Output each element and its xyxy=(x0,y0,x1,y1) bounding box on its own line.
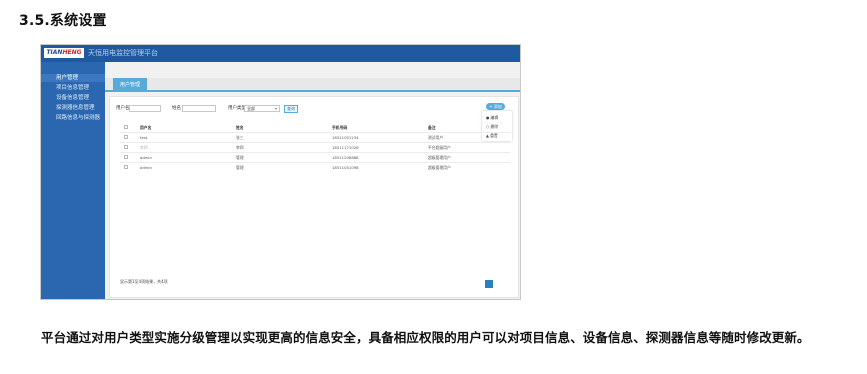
cell-username: admin xyxy=(140,155,152,160)
user-type-select[interactable]: 全部 ▾ xyxy=(244,105,280,112)
row-divider xyxy=(120,162,510,163)
pagination-info: 显示第1至4项结果，共4项 xyxy=(120,279,168,284)
column-header-username: 用户名 xyxy=(140,125,152,130)
cell-name: 李四 xyxy=(236,145,244,150)
cell-username: test xyxy=(140,135,148,140)
sidebar: 用户管理 项目信息管理 设备信息管理 探测器信息管理 回路信息与探测器 xyxy=(41,62,105,299)
sidebar-item-detectors[interactable]: 探测器信息管理 xyxy=(56,105,95,112)
row-checkbox[interactable] xyxy=(124,155,128,159)
cell-phone: 18511051098 xyxy=(332,165,359,170)
app-header: TIANHENG 天恒用电监控管理平台 xyxy=(41,45,520,62)
row-checkbox[interactable] xyxy=(124,135,128,139)
doc-heading: 3.5.系统设置 xyxy=(19,13,107,29)
cell-phone: 18511208888 xyxy=(332,155,359,160)
cell-username: admin xyxy=(140,165,152,170)
add-button[interactable]: + 添加 xyxy=(486,103,505,110)
cell-name: 张三 xyxy=(236,135,244,140)
main-area: 用户管理 用户名 姓名 用户类型 全部 ▾ 查询 + 添加 ● 编辑 ○ 删除 ▲… xyxy=(105,62,520,299)
sidebar-item-users[interactable]: 用户管理 xyxy=(56,75,78,82)
column-header-phone: 手机号码 xyxy=(332,125,348,130)
sidebar-item-devices[interactable]: 设备信息管理 xyxy=(56,95,89,102)
row-checkbox[interactable] xyxy=(124,165,128,169)
sidebar-item-circuits[interactable]: 回路信息与探测器 xyxy=(56,115,100,122)
username-label: 用户名 xyxy=(116,106,130,111)
row-divider xyxy=(120,132,510,133)
name-label: 姓名 xyxy=(172,106,181,111)
row-divider xyxy=(120,152,510,153)
pagination-page-1[interactable] xyxy=(485,280,493,288)
username-input[interactable] xyxy=(129,105,161,112)
doc-caption: 平台通过对用户类型实施分级管理以实现更高的信息安全，具备相应权限的用户可以对项目… xyxy=(41,330,810,345)
chevron-down-icon: ▾ xyxy=(274,106,277,111)
cell-note: 超级管理用户 xyxy=(428,165,451,170)
cell-note: 测试用户 xyxy=(428,135,444,140)
content-panel: 用户名 姓名 用户类型 全部 ▾ 查询 + 添加 ● 编辑 ○ 删除 ▲ 重置 用… xyxy=(109,96,519,298)
cell-name: 管理 xyxy=(236,165,244,170)
cell-username: 李四 xyxy=(140,145,148,150)
action-menu: ● 编辑 ○ 删除 ▲ 重置 xyxy=(482,111,512,141)
brand-logo: TIANHENG xyxy=(44,48,84,58)
menu-item-reset[interactable]: ▲ 重置 xyxy=(486,133,498,138)
column-header-name: 姓名 xyxy=(236,125,244,130)
app-title: 天恒用电监控管理平台 xyxy=(88,49,158,57)
menu-item-edit[interactable]: ● 编辑 xyxy=(486,115,498,120)
cell-phone: 18511171026 xyxy=(332,145,359,150)
embedded-screenshot: TIANHENG 天恒用电监控管理平台 用户管理 项目信息管理 设备信息管理 探… xyxy=(40,44,521,300)
row-divider xyxy=(120,142,510,143)
cell-phone: 18511051234 xyxy=(332,135,359,140)
menu-item-delete[interactable]: ○ 删除 xyxy=(486,124,498,129)
cell-name: 管理 xyxy=(236,155,244,160)
row-checkbox[interactable] xyxy=(124,145,128,149)
tab-user-management[interactable]: 用户管理 xyxy=(113,78,147,92)
select-all-checkbox[interactable] xyxy=(124,125,128,129)
cell-note: 超级管理用户 xyxy=(428,155,451,160)
column-header-note: 备注 xyxy=(428,125,436,130)
cell-note: 平台超级用户 xyxy=(428,145,451,150)
tab-strip xyxy=(105,78,520,92)
name-input[interactable] xyxy=(182,105,216,112)
sidebar-item-projects[interactable]: 项目信息管理 xyxy=(56,85,89,92)
query-button[interactable]: 查询 xyxy=(284,105,298,113)
